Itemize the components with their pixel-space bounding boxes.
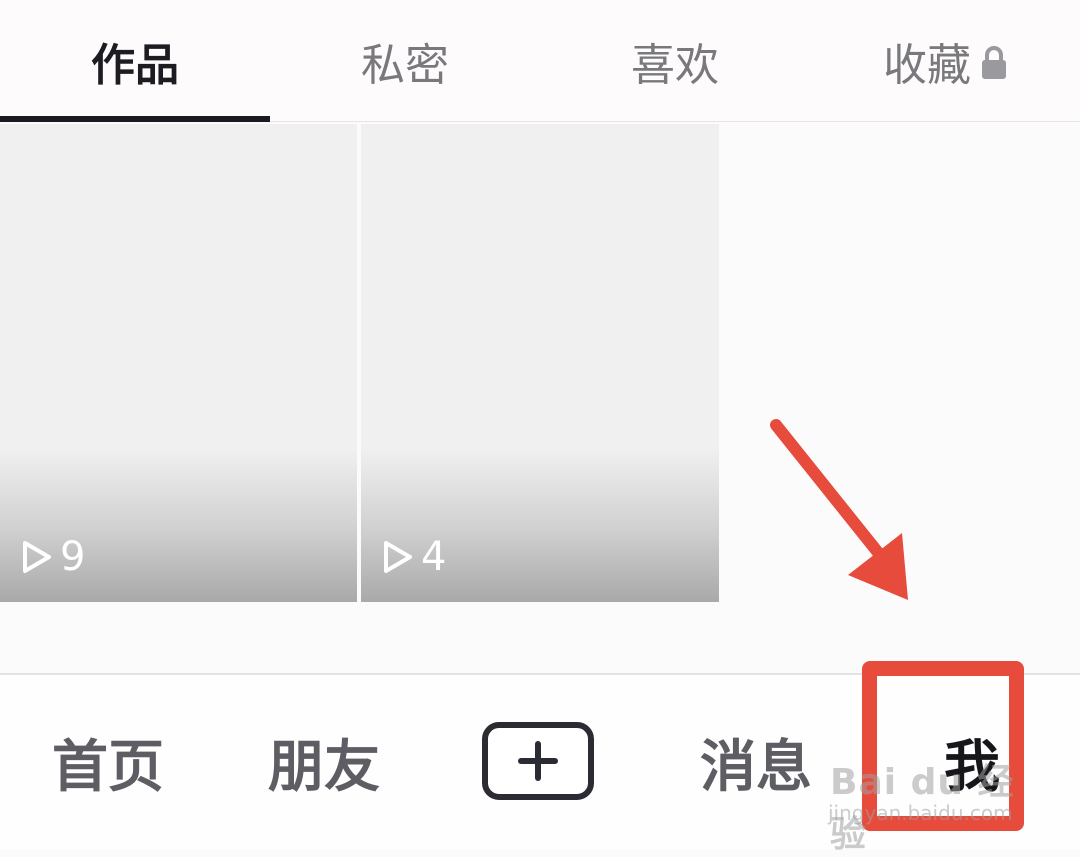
video-thumbnail[interactable]: 4 [361,124,719,602]
video-thumbnail[interactable]: 9 [0,124,357,602]
tab-label: 作品 [91,39,179,91]
play-icon [384,541,412,573]
tab-label: 收藏 [883,39,971,91]
tab-label: 喜欢 [631,39,719,91]
nav-label: 消息 [700,734,812,800]
create-button[interactable] [480,720,598,802]
play-count: 4 [381,534,446,580]
profile-tab-bar: 作品 私密 喜欢 收藏 [0,0,1080,122]
nav-label: 朋友 [268,734,380,800]
nav-label: 首页 [52,734,164,800]
nav-friends[interactable]: 朋友 [216,675,432,849]
play-icon [23,541,51,573]
tab-works[interactable]: 作品 [0,0,270,121]
play-count: 9 [20,534,85,580]
tab-likes[interactable]: 喜欢 [540,0,810,121]
tab-label: 私密 [361,39,449,91]
active-tab-indicator [0,116,270,122]
play-count-value: 4 [421,534,447,580]
watermark: Bai du 经验 jingyan.baidu.com [826,725,1026,855]
nav-home[interactable]: 首页 [0,675,216,849]
watermark-url: jingyan.baidu.com [828,801,1013,825]
tab-favorites[interactable]: 收藏 [810,0,1080,121]
annotation-arrow-icon [770,419,908,600]
tab-private[interactable]: 私密 [270,0,540,121]
lock-icon [982,45,1006,79]
play-count-value: 9 [60,534,86,580]
